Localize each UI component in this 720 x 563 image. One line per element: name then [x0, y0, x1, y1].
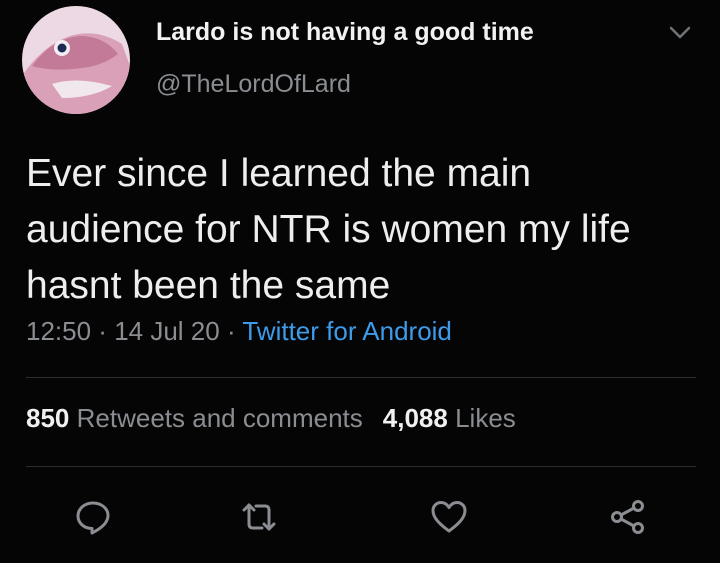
likes-stat[interactable]: 4,088 Likes: [383, 403, 516, 434]
display-name[interactable]: Lardo is not having a good time: [156, 18, 534, 47]
tweet-source-link[interactable]: Twitter for Android: [242, 316, 452, 346]
retweets-count: 850: [26, 403, 70, 433]
chevron-down-icon[interactable]: [668, 22, 692, 42]
retweets-label: Retweets and comments: [76, 403, 363, 433]
heart-icon: [431, 501, 467, 533]
likes-label: Likes: [455, 403, 516, 433]
reply-button[interactable]: [74, 498, 112, 536]
pink-creature-avatar-icon: [22, 6, 130, 114]
divider: [26, 377, 696, 378]
retweet-button[interactable]: [240, 498, 278, 536]
divider: [26, 466, 696, 467]
tweet-date[interactable]: 14 Jul 20: [114, 316, 220, 346]
meta-separator: ·: [219, 316, 243, 346]
reply-icon: [76, 501, 110, 535]
meta-separator: ·: [91, 316, 115, 346]
share-icon: [611, 500, 644, 534]
user-handle[interactable]: @TheLordOfLard: [156, 70, 351, 99]
share-button[interactable]: [609, 498, 647, 536]
tweet-text: Ever since I learned the main audience f…: [26, 152, 631, 307]
tweet-meta: 12:50 · 14 Jul 20 · Twitter for Android: [26, 316, 452, 347]
retweet-icon: [242, 503, 276, 531]
tweet-time: 12:50: [26, 316, 92, 346]
retweets-stat[interactable]: 850 Retweets and comments: [26, 403, 363, 434]
engagement-stats: 850 Retweets and comments 4,088 Likes: [26, 403, 516, 434]
avatar[interactable]: [22, 6, 130, 114]
like-button[interactable]: [430, 498, 468, 536]
likes-count: 4,088: [382, 403, 448, 433]
